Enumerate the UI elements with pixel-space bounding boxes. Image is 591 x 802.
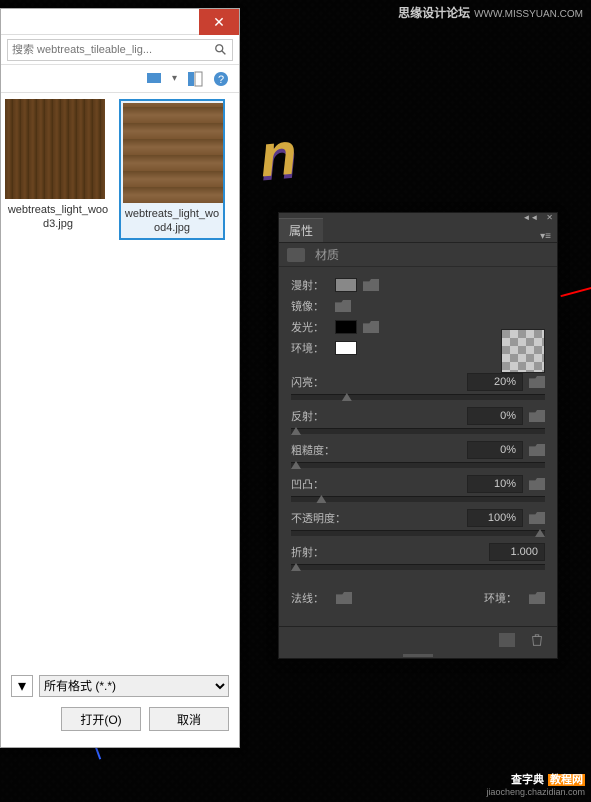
file-open-dialog: ✕ ▾ ? webtreats_light_wood3.jpg webtreat… <box>0 8 240 748</box>
bump-label: 凹凸： <box>291 476 467 492</box>
file-name: webtreats_light_wood3.jpg <box>5 203 111 232</box>
env-texture-icon[interactable] <box>529 592 545 604</box>
reflect-texture-icon[interactable] <box>529 410 545 422</box>
dialog-bottom: ▾ 所有格式 (*.*) 打开(O) 取消 <box>1 669 239 737</box>
env-label: 环境： <box>484 590 517 606</box>
3d-text-object: n <box>257 119 300 191</box>
preview-pane-icon[interactable] <box>187 71 203 87</box>
rough-slider-row: 粗糙度： 0% <box>291 440 545 468</box>
material-icon[interactable] <box>287 248 305 262</box>
slider-thumb[interactable] <box>291 563 301 571</box>
specular-label: 镜像： <box>291 298 333 314</box>
bump-value[interactable]: 10% <box>467 475 523 493</box>
collapse-icon[interactable]: ◄◄ <box>522 213 538 222</box>
slider-thumb[interactable] <box>316 495 326 503</box>
rough-label: 粗糙度： <box>291 442 467 458</box>
material-preview[interactable] <box>501 329 545 373</box>
panel-resize-grip[interactable] <box>279 652 557 658</box>
diffuse-label: 漫射： <box>291 277 333 293</box>
shine-slider[interactable] <box>291 394 545 400</box>
dialog-buttons: 打开(O) 取消 <box>11 707 229 731</box>
panel-subtab-row: 材质 <box>279 243 557 267</box>
tab-properties[interactable]: 属性 <box>279 218 323 242</box>
shine-value[interactable]: 20% <box>467 373 523 391</box>
search-input[interactable] <box>12 44 214 56</box>
refract-slider-row: 折射： 1.000 <box>291 542 545 570</box>
panel-body: 漫射： 镜像： 发光： 环境： 闪亮： 20% <box>279 267 557 626</box>
cancel-button[interactable]: 取消 <box>149 707 229 731</box>
dialog-toolbar <box>1 35 239 65</box>
search-field-wrap <box>7 39 233 61</box>
slider-thumb[interactable] <box>291 427 301 435</box>
specular-row: 镜像： <box>291 296 545 316</box>
filename-dropdown[interactable]: ▾ <box>11 675 33 697</box>
glow-swatch[interactable] <box>335 320 357 334</box>
shine-slider-row: 闪亮： 20% <box>291 372 545 400</box>
watermark-top: 思缘设计论坛WWW.MISSYUAN.COM <box>398 4 583 21</box>
normal-label: 法线： <box>291 590 324 606</box>
view-options-row: ▾ ? <box>1 65 239 93</box>
opacity-texture-icon[interactable] <box>529 512 545 524</box>
view-thumbnails-icon[interactable] <box>146 71 162 87</box>
glow-label: 发光： <box>291 319 333 335</box>
reflect-slider[interactable] <box>291 428 545 434</box>
rough-slider[interactable] <box>291 462 545 468</box>
rough-value[interactable]: 0% <box>467 441 523 459</box>
file-item[interactable]: webtreats_light_wood3.jpg <box>5 99 111 232</box>
slider-thumb[interactable] <box>342 393 352 401</box>
close-button[interactable]: ✕ <box>199 9 239 35</box>
shine-texture-icon[interactable] <box>529 376 545 388</box>
file-name: webtreats_light_wood4.jpg <box>123 207 221 236</box>
refract-label: 折射： <box>291 544 489 560</box>
panel-menu-icon[interactable]: ▾≡ <box>534 231 557 242</box>
bump-slider[interactable] <box>291 496 545 502</box>
subtab-material[interactable]: 材质 <box>315 246 339 263</box>
file-list: webtreats_light_wood3.jpg webtreats_ligh… <box>1 93 239 633</box>
reflect-slider-row: 反射： 0% <box>291 406 545 434</box>
bump-texture-icon[interactable] <box>529 478 545 490</box>
diffuse-row: 漫射： <box>291 275 545 295</box>
ambient-label: 环境： <box>291 340 333 356</box>
delete-icon[interactable] <box>529 633 545 647</box>
ambient-swatch[interactable] <box>335 341 357 355</box>
watermark-bottom: 查字典教程网 jiaocheng.chazidian.com <box>465 770 585 800</box>
shine-label: 闪亮： <box>291 374 467 390</box>
svg-text:?: ? <box>218 74 224 86</box>
format-select[interactable]: 所有格式 (*.*) <box>39 675 229 697</box>
slider-thumb[interactable] <box>291 461 301 469</box>
normal-env-row: 法线： 环境： <box>291 588 545 608</box>
file-item-selected[interactable]: webtreats_light_wood4.jpg <box>119 99 225 240</box>
help-icon[interactable]: ? <box>213 71 229 87</box>
close-panel-icon[interactable]: ✕ <box>546 213 553 222</box>
refract-slider[interactable] <box>291 564 545 570</box>
reflect-value[interactable]: 0% <box>467 407 523 425</box>
file-thumbnail <box>123 103 223 203</box>
view-dropdown-icon[interactable]: ▾ <box>172 73 177 84</box>
normal-texture-icon[interactable] <box>336 592 352 604</box>
opacity-value[interactable]: 100% <box>467 509 523 527</box>
opacity-label: 不透明度： <box>291 510 467 526</box>
dialog-titlebar: ✕ <box>1 9 239 35</box>
opacity-slider-row: 不透明度： 100% <box>291 508 545 536</box>
opacity-slider[interactable] <box>291 530 545 536</box>
sliders-group: 闪亮： 20% 反射： 0% 粗糙度： 0% <box>291 372 545 570</box>
format-row: ▾ 所有格式 (*.*) <box>11 675 229 697</box>
specular-texture-icon[interactable] <box>335 300 351 312</box>
open-button[interactable]: 打开(O) <box>61 707 141 731</box>
rough-texture-icon[interactable] <box>529 444 545 456</box>
file-thumbnail <box>5 99 105 199</box>
new-material-icon[interactable] <box>499 633 515 647</box>
panel-footer <box>279 626 557 652</box>
diffuse-swatch[interactable] <box>335 278 357 292</box>
slider-thumb[interactable] <box>535 529 545 537</box>
bump-slider-row: 凹凸： 10% <box>291 474 545 502</box>
properties-panel: ◄◄ ✕ 属性 ▾≡ 材质 漫射： 镜像： 发光： 环境： <box>278 212 558 659</box>
reflect-label: 反射： <box>291 408 467 424</box>
glow-texture-icon[interactable] <box>363 321 379 333</box>
refract-value[interactable]: 1.000 <box>489 543 545 561</box>
panel-tabbar: 属性 ▾≡ <box>279 221 557 243</box>
diffuse-texture-icon[interactable] <box>363 279 379 291</box>
search-icon[interactable] <box>214 43 228 57</box>
